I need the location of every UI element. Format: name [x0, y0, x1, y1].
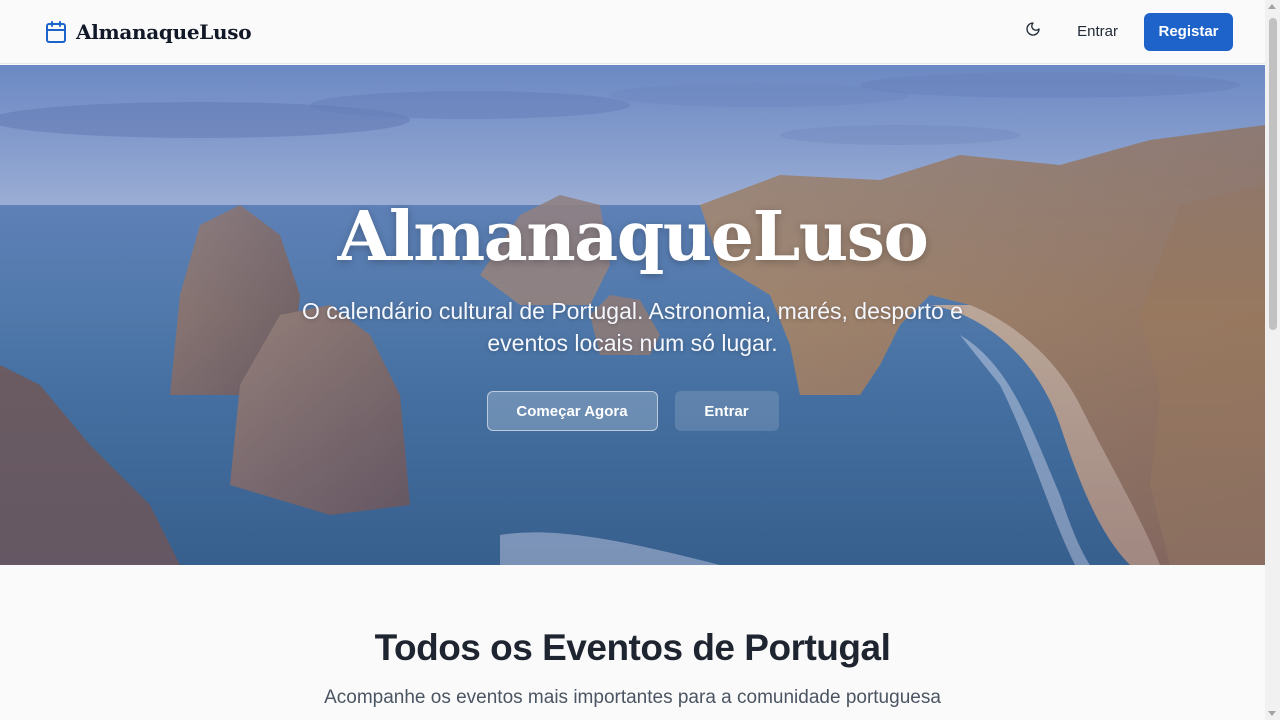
- nav-actions: Entrar Registar: [1015, 12, 1233, 51]
- events-section-subtitle: Acompanhe os eventos mais importantes pa…: [324, 687, 941, 708]
- events-section: Todos os Eventos de Portugal Acompanhe o…: [0, 565, 1265, 720]
- calendar-icon: [44, 20, 68, 44]
- scroll-up-arrow-icon[interactable]: [1268, 4, 1276, 9]
- hero-content: AlmanaqueLuso O calendário cultural de P…: [0, 65, 1265, 565]
- login-link[interactable]: Entrar: [1065, 15, 1130, 48]
- hero-subtitle: O calendário cultural de Portugal. Astro…: [302, 298, 963, 356]
- register-button[interactable]: Registar: [1144, 12, 1233, 51]
- brand-name: AlmanaqueLuso: [76, 19, 252, 44]
- page-scrollbar[interactable]: [1265, 0, 1280, 720]
- scrollbar-thumb[interactable]: [1269, 18, 1277, 330]
- hero-buttons: Começar Agora Entrar: [0, 391, 1265, 431]
- events-section-title: Todos os Eventos de Portugal: [374, 627, 891, 668]
- theme-toggle-button[interactable]: [1015, 14, 1051, 50]
- moon-icon: [1025, 21, 1041, 42]
- scroll-down-arrow-icon[interactable]: [1268, 711, 1276, 716]
- hero-title: AlmanaqueLuso: [337, 197, 929, 277]
- brand-logo-link[interactable]: AlmanaqueLuso: [44, 19, 252, 44]
- hero-section: AlmanaqueLuso O calendário cultural de P…: [0, 65, 1265, 565]
- top-navbar: AlmanaqueLuso Entrar Registar: [0, 0, 1265, 64]
- start-now-button[interactable]: Começar Agora: [486, 391, 658, 431]
- hero-login-button[interactable]: Entrar: [674, 391, 779, 431]
